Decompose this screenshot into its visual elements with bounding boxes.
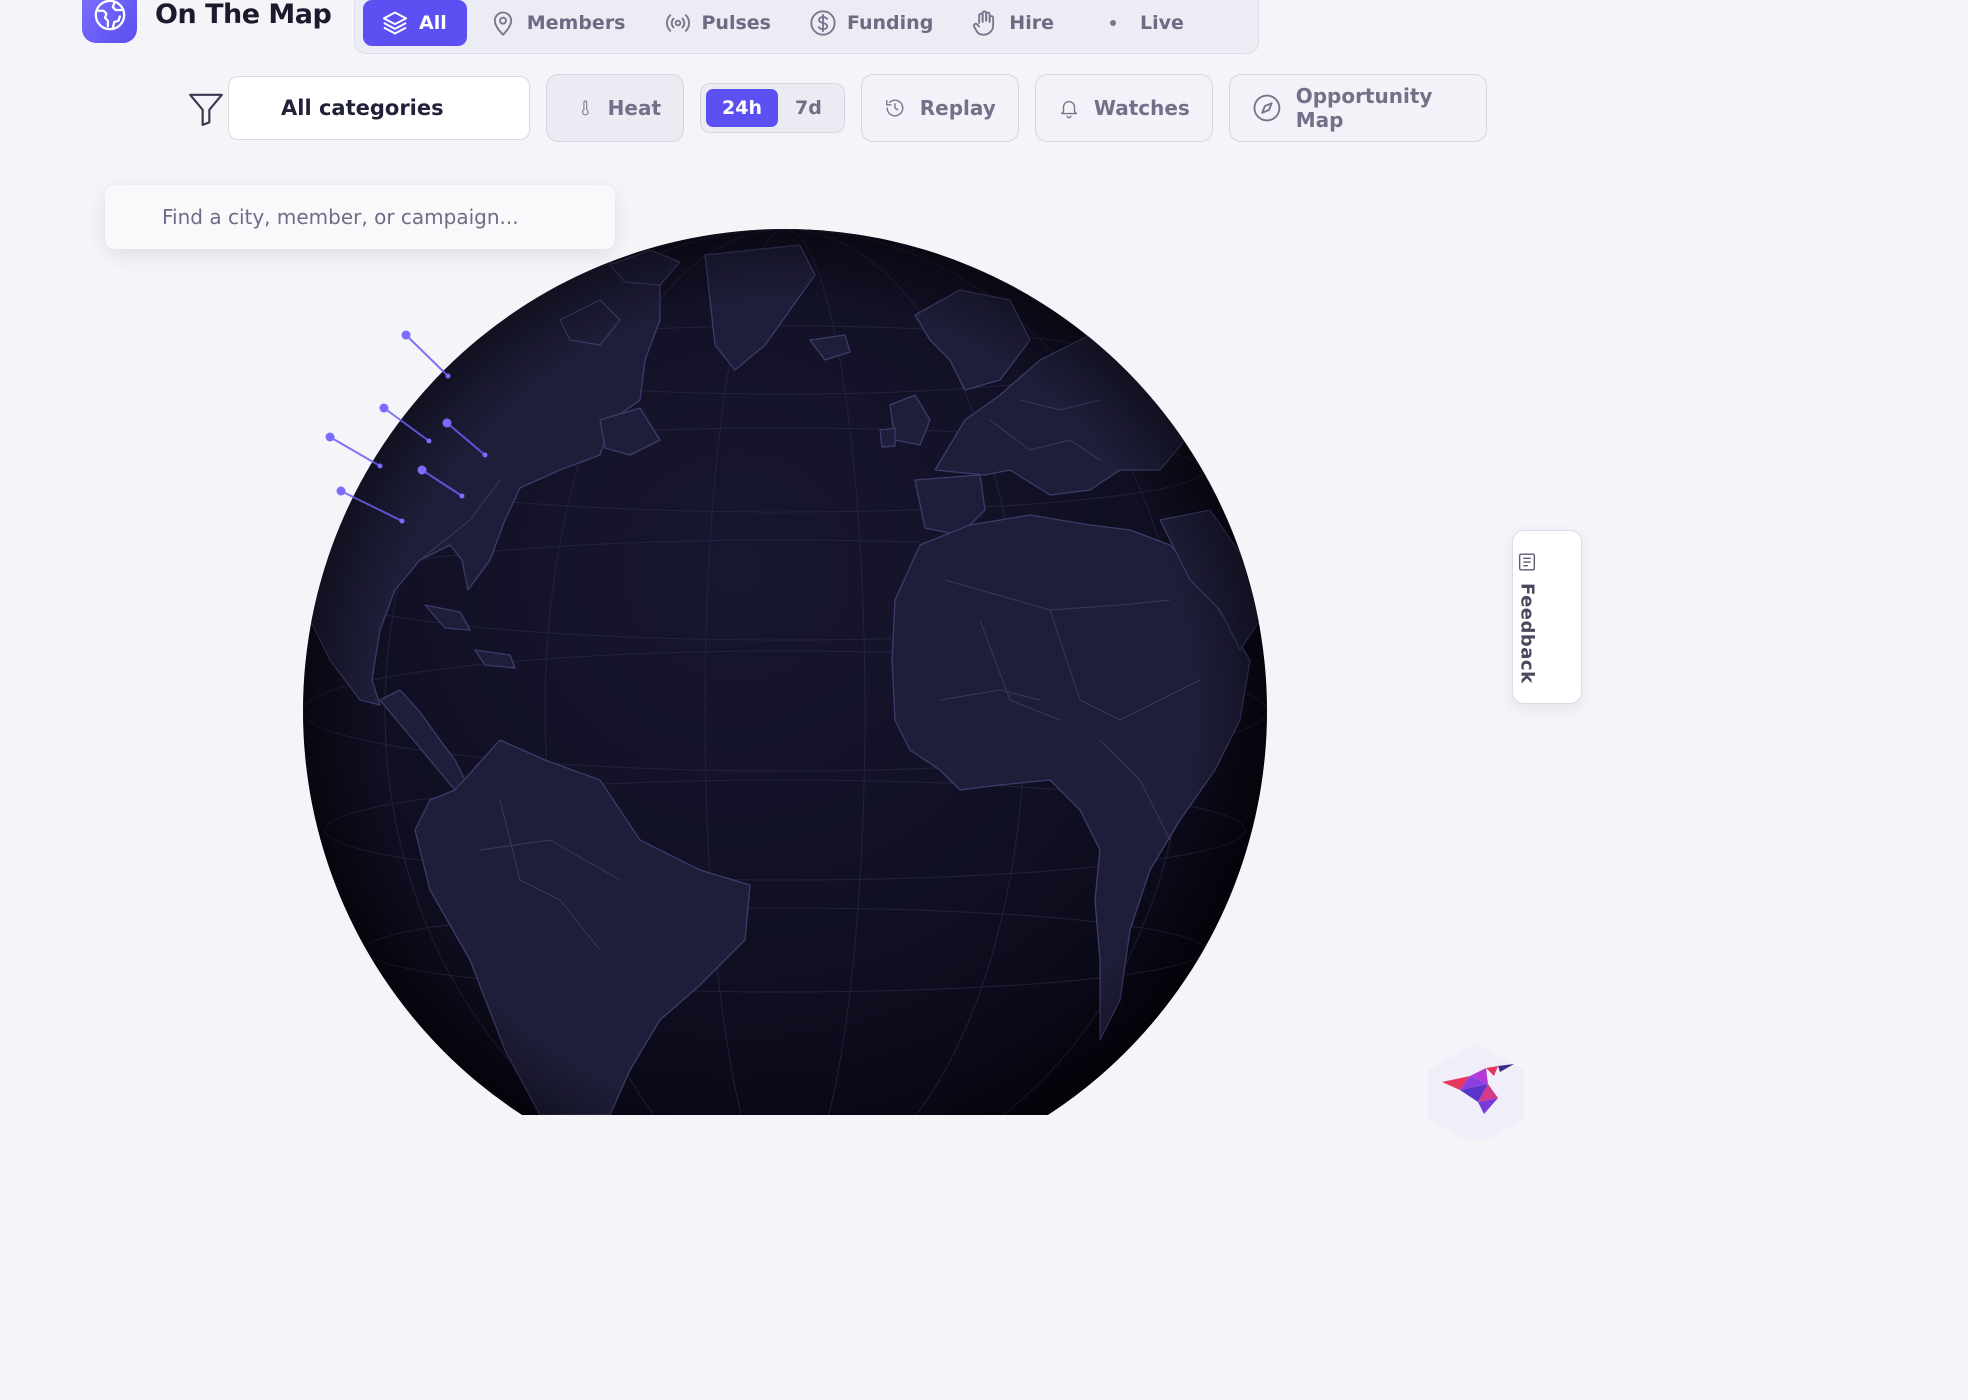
search-box — [105, 185, 615, 249]
search-input[interactable] — [105, 185, 615, 249]
globe-container — [0, 0, 1568, 1193]
map-marker[interactable] — [325, 432, 383, 469]
feedback-tab[interactable]: Feedback — [1512, 530, 1582, 704]
feedback-icon — [1518, 553, 1536, 571]
assistant-launcher[interactable] — [1420, 1040, 1532, 1146]
globe-map[interactable] — [0, 0, 1568, 1193]
hummingbird-icon — [1428, 1044, 1524, 1146]
feedback-label: Feedback — [1516, 583, 1538, 684]
map-marker[interactable] — [401, 330, 451, 379]
